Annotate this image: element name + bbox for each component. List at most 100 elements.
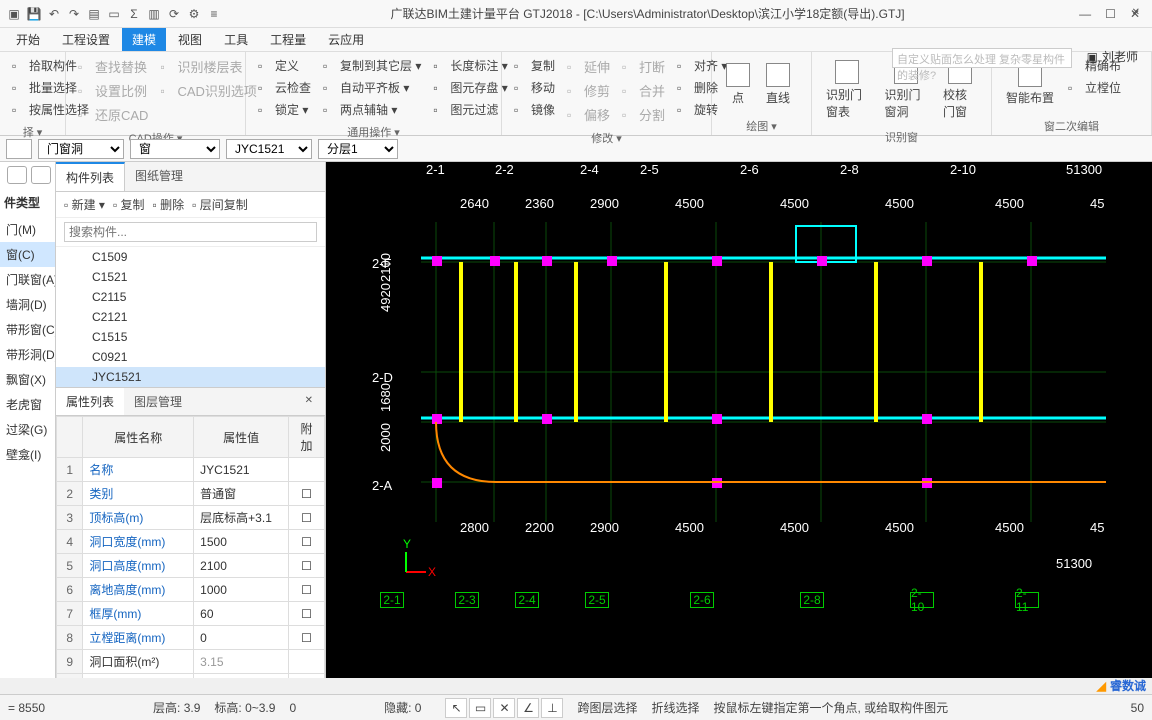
settings-icon[interactable]: ⚙ <box>186 6 202 22</box>
sel-category[interactable]: 门窗洞 <box>38 139 124 159</box>
ribbon-CAD识别选项[interactable]: ▫CAD识别选项 <box>158 80 258 101</box>
prop-row[interactable]: 3顶标高(m)层底标高+3.1☐ <box>57 506 325 530</box>
type-门联窗(A)[interactable]: 门联窗(A) <box>0 267 55 292</box>
drawing-canvas[interactable]: X Y 2-12-22-42-52-62-82-1051300264023602… <box>326 162 1152 678</box>
status-span-select[interactable]: 跨图层选择 <box>577 699 637 716</box>
maximize-button[interactable]: ☐ <box>1105 7 1116 21</box>
comp-C1509[interactable]: C1509 <box>56 247 325 267</box>
comp-C1521[interactable]: C1521 <box>56 267 325 287</box>
ribbon-长度标注 ▾[interactable]: ▫长度标注 ▾ <box>431 56 509 75</box>
ribbon-延伸[interactable]: ▫延伸 <box>565 56 612 77</box>
prop-row[interactable]: 7框厚(mm)60☐ <box>57 602 325 626</box>
prop-row[interactable]: 4洞口宽度(mm)1500☐ <box>57 530 325 554</box>
search-help-input[interactable]: 自定义贴面怎么处理 复杂零星构件的装修? <box>892 48 1072 68</box>
comp-C0921[interactable]: C0921 <box>56 347 325 367</box>
ribbon-合并[interactable]: ▫合并 <box>620 80 667 101</box>
comp-C1515[interactable]: C1515 <box>56 327 325 347</box>
redo-icon[interactable]: ↷ <box>66 6 82 22</box>
prop-row[interactable]: 6离地高度(mm)1000☐ <box>57 578 325 602</box>
ribbon-图元存盘 ▾[interactable]: ▫图元存盘 ▾ <box>431 78 509 97</box>
ribbon-复制[interactable]: ▫复制 <box>512 56 557 75</box>
ribbon-设置比例[interactable]: ▫设置比例 <box>76 80 150 101</box>
ribbon-分割[interactable]: ▫分割 <box>620 104 667 125</box>
tool-cross-icon[interactable]: ✕ <box>493 698 515 718</box>
type-过梁(G)[interactable]: 过梁(G) <box>0 417 55 442</box>
status-poly-select[interactable]: 折线选择 <box>652 699 700 716</box>
comp-C2121[interactable]: C2121 <box>56 307 325 327</box>
tool-angle-icon[interactable]: ∠ <box>517 698 539 718</box>
sel-a[interactable] <box>6 139 32 159</box>
tb-删除[interactable]: ▫ 删除 <box>153 196 185 213</box>
tab-drawing-mgmt[interactable]: 图纸管理 <box>125 162 193 191</box>
draw-直线[interactable]: 直线 <box>758 59 798 110</box>
tb-层间复制[interactable]: ▫ 层间复制 <box>192 196 248 213</box>
ribbon-图元过滤[interactable]: ▫图元过滤 <box>431 100 509 119</box>
comp-C2115[interactable]: C2115 <box>56 287 325 307</box>
type-门(M)[interactable]: 门(M) <box>0 217 55 242</box>
menu-2[interactable]: 建模 <box>122 28 166 51</box>
card-view-icon[interactable] <box>31 166 51 184</box>
open-icon[interactable]: ▤ <box>86 6 102 22</box>
list-view-icon[interactable] <box>7 166 27 184</box>
ribbon-修剪[interactable]: ▫修剪 <box>565 80 612 101</box>
prop-row[interactable]: 10框外围面积(m²)(3.15) <box>57 674 325 679</box>
sel-component[interactable]: JYC1521 <box>226 139 312 159</box>
ribbon-镜像[interactable]: ▫镜像 <box>512 100 557 119</box>
menu-3[interactable]: 视图 <box>168 28 212 51</box>
ribbon-立樘位[interactable]: ▫立樘位 <box>1066 78 1123 97</box>
ribbon-查找替换[interactable]: ▫查找替换 <box>76 56 150 77</box>
type-飘窗(X)[interactable]: 飘窗(X) <box>0 367 55 392</box>
tool-cursor-icon[interactable]: ↖ <box>445 698 467 718</box>
type-老虎窗[interactable]: 老虎窗 <box>0 392 55 417</box>
type-带形洞(D)[interactable]: 带形洞(D) <box>0 342 55 367</box>
tool-perp-icon[interactable]: ⊥ <box>541 698 563 718</box>
prop-row[interactable]: 2类别普通窗☐ <box>57 482 325 506</box>
recog-识别门窗表[interactable]: 识别门窗表 <box>818 56 877 124</box>
panel-close-icon[interactable]: ✕ <box>1122 2 1150 23</box>
more-icon[interactable]: ≡ <box>206 6 222 22</box>
ribbon-偏移[interactable]: ▫偏移 <box>565 104 612 125</box>
menu-5[interactable]: 工程量 <box>260 28 316 51</box>
ribbon-还原CAD[interactable]: ▫还原CAD <box>76 104 150 125</box>
ribbon-识别楼层表[interactable]: ▫识别楼层表 <box>158 56 258 77</box>
menu-0[interactable]: 开始 <box>6 28 50 51</box>
prop-row[interactable]: 5洞口高度(mm)2100☐ <box>57 554 325 578</box>
tab-layer-mgmt[interactable]: 图层管理 <box>124 388 192 415</box>
undo-icon[interactable]: ↶ <box>46 6 62 22</box>
prop-close-icon[interactable]: ✕ <box>295 390 323 411</box>
minimize-button[interactable]: — <box>1079 7 1091 21</box>
ribbon-复制到其它层 ▾[interactable]: ▫复制到其它层 ▾ <box>321 56 423 75</box>
type-带形窗(C)[interactable]: 带形窗(C) <box>0 317 55 342</box>
layer-icon[interactable]: ▥ <box>146 6 162 22</box>
type-窗(C)[interactable]: 窗(C) <box>0 242 55 267</box>
ribbon-移动[interactable]: ▫移动 <box>512 78 557 97</box>
menu-6[interactable]: 云应用 <box>318 28 374 51</box>
ribbon-定义[interactable]: ▫定义 <box>256 56 313 75</box>
ribbon-云检查[interactable]: ▫云检查 <box>256 78 313 97</box>
sel-type[interactable]: 窗 <box>130 139 220 159</box>
prop-row[interactable]: 9洞口面积(m²)3.15 <box>57 650 325 674</box>
comp-JYC1521[interactable]: JYC1521 <box>56 367 325 387</box>
type-壁龛(I)[interactable]: 壁龛(I) <box>0 442 55 467</box>
menu-1[interactable]: 工程设置 <box>52 28 120 51</box>
sum-icon[interactable]: Σ <box>126 6 142 22</box>
ribbon-锁定 ▾[interactable]: ▫锁定 ▾ <box>256 100 313 119</box>
ribbon-打断[interactable]: ▫打断 <box>620 56 667 77</box>
tool-rect-icon[interactable]: ▭ <box>469 698 491 718</box>
refresh-icon[interactable]: ⟳ <box>166 6 182 22</box>
save-icon[interactable]: 💾 <box>26 6 42 22</box>
component-search-input[interactable] <box>64 222 317 242</box>
draw-点[interactable]: 点 <box>718 59 758 110</box>
type-墙洞(D)[interactable]: 墙洞(D) <box>0 292 55 317</box>
menu-4[interactable]: 工具 <box>214 28 258 51</box>
region-icon[interactable]: ▭ <box>106 6 122 22</box>
prop-row[interactable]: 1名称JYC1521 <box>57 458 325 482</box>
ribbon-自动平齐板 ▾[interactable]: ▫自动平齐板 ▾ <box>321 78 423 97</box>
tab-component-list[interactable]: 构件列表 <box>56 162 125 191</box>
user-label[interactable]: ▣刘老师 <box>1087 48 1138 65</box>
tb-复制[interactable]: ▫ 复制 <box>113 196 145 213</box>
prop-row[interactable]: 8立樘距离(mm)0☐ <box>57 626 325 650</box>
sel-layer[interactable]: 分层1 <box>318 139 398 159</box>
tab-properties[interactable]: 属性列表 <box>56 388 124 415</box>
ribbon-两点辅轴 ▾[interactable]: ▫两点辅轴 ▾ <box>321 100 423 119</box>
